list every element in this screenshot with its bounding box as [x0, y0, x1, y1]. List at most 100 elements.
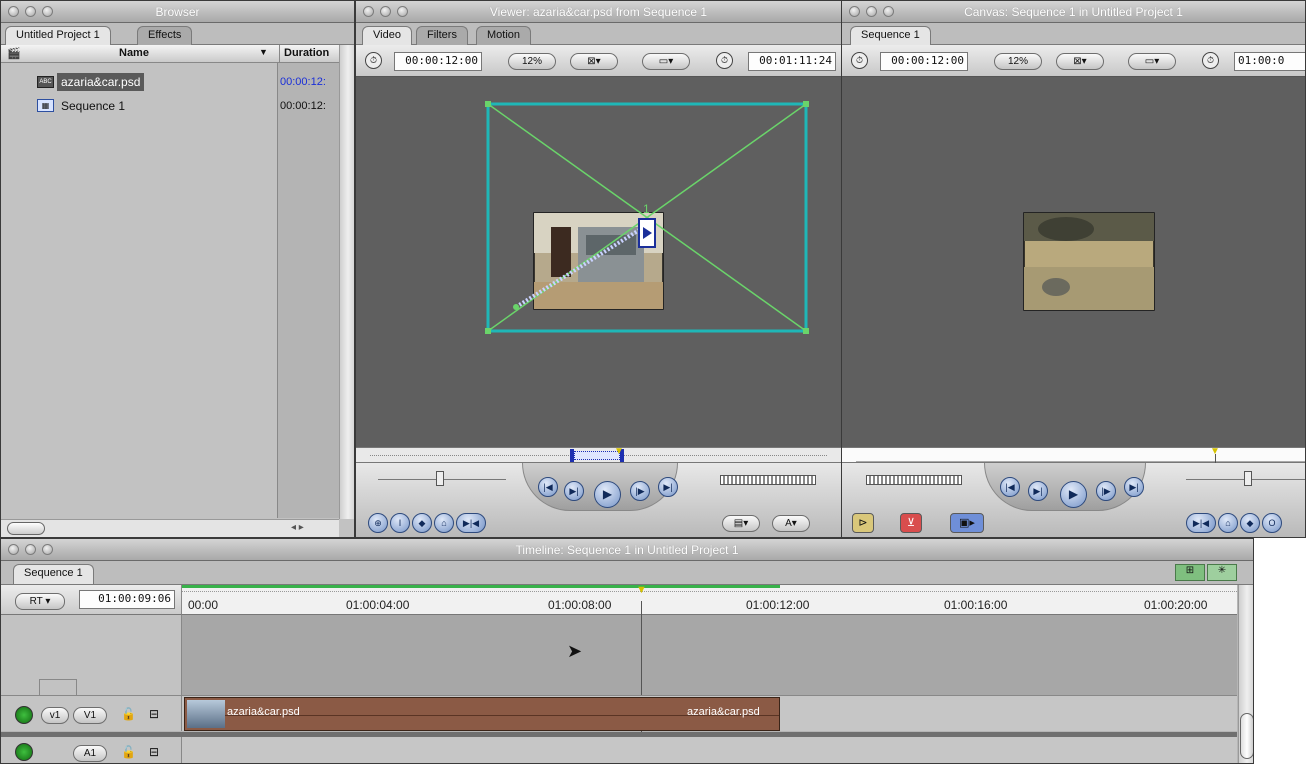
video-clip[interactable]: azaria&car.psd azaria&car.psd: [184, 697, 780, 731]
track-audio-toggle[interactable]: [15, 743, 33, 761]
track-visibility-toggle[interactable]: [15, 706, 33, 724]
ruler-label: 01:00:08:00: [548, 598, 612, 612]
tab-filters[interactable]: Filters: [416, 26, 468, 45]
tab-sequence-1[interactable]: Sequence 1: [13, 564, 94, 584]
viewer-tabs: Video Filters Motion: [356, 23, 841, 46]
add-keyframe-button[interactable]: ◆: [412, 513, 432, 533]
video-track[interactable]: azaria&car.psd azaria&car.psd: [181, 695, 1237, 731]
timeline-titlebar[interactable]: Timeline: Sequence 1 in Untitled Project…: [1, 539, 1253, 561]
column-name[interactable]: Name: [119, 47, 149, 59]
jog-control[interactable]: [866, 475, 962, 485]
tab-sequence-1[interactable]: Sequence 1: [850, 26, 931, 46]
play-in-out-button[interactable]: ▶|: [564, 481, 584, 501]
canvas-image-area[interactable]: [842, 77, 1306, 447]
mark-out-button[interactable]: O: [1262, 513, 1282, 533]
overwrite-edit-button[interactable]: ⊻: [900, 513, 922, 533]
viewer-duration-field[interactable]: 00:00:12:00: [394, 52, 482, 71]
audio-track-header: A1 🔓 ⊟: [1, 737, 181, 763]
mark-in-out-button[interactable]: ▶|◀: [456, 513, 486, 533]
timeline-title: Timeline: Sequence 1 in Untitled Project…: [515, 543, 739, 557]
prev-edit-button[interactable]: |◀: [1000, 477, 1020, 497]
timeline-window: Timeline: Sequence 1 in Untitled Project…: [0, 538, 1254, 764]
dest-track-a1[interactable]: A1: [73, 745, 107, 762]
add-marker-button[interactable]: ⌂: [434, 513, 454, 533]
browser-horizontal-scrollbar[interactable]: ◂ ▸: [1, 519, 339, 537]
handle-bottom-left[interactable]: [485, 328, 491, 334]
timeline-track-area[interactable]: [181, 615, 1237, 695]
browser-vertical-scrollbar[interactable]: [339, 45, 354, 519]
add-keyframe-button[interactable]: ◆: [1240, 513, 1260, 533]
tab-video[interactable]: Video: [362, 26, 412, 46]
tab-effects[interactable]: Effects: [137, 26, 193, 45]
handle-top-right[interactable]: [803, 101, 809, 107]
viewer-zoom-popup[interactable]: 12%: [508, 53, 556, 70]
dest-track-v1[interactable]: V1: [73, 707, 107, 724]
playhead-icon[interactable]: ▼: [614, 446, 624, 457]
viewer-current-timecode[interactable]: 00:01:11:24: [748, 52, 836, 71]
overlay-popup[interactable]: ▭▾: [1128, 53, 1176, 70]
audio-track[interactable]: [181, 737, 1237, 763]
jog-control[interactable]: [720, 475, 816, 485]
timeline-tabs: Sequence 1 ⊞ ✳: [1, 561, 1253, 585]
next-edit-button[interactable]: ▶|: [658, 477, 678, 497]
rt-popup[interactable]: RT ▾: [15, 593, 65, 610]
play-button[interactable]: ▶: [594, 481, 621, 508]
psd-file-icon: ABC: [37, 76, 54, 88]
handle-bottom-right[interactable]: [803, 328, 809, 334]
source-track-v1[interactable]: v1: [41, 707, 69, 724]
replace-edit-button[interactable]: ▣▸: [950, 513, 984, 533]
timeline-ruler[interactable]: 00:00 01:00:04:00 01:00:08:00 01:00:12:0…: [181, 584, 1237, 615]
auto-select-icon[interactable]: ⊟: [149, 707, 159, 721]
mark-in-button[interactable]: I: [390, 513, 410, 533]
canvas-duration-field[interactable]: 00:00:12:00: [880, 52, 968, 71]
scroll-thumb[interactable]: [7, 522, 45, 535]
overlay-popup[interactable]: ▭▾: [642, 53, 690, 70]
viewer-titlebar[interactable]: Viewer: azaria&car.psd from Sequence 1: [356, 1, 841, 23]
play-in-out-button[interactable]: ▶|: [1028, 481, 1048, 501]
next-edit-button[interactable]: ▶|: [1124, 477, 1144, 497]
shuttle-slider[interactable]: [1186, 471, 1305, 487]
video-track-header: v1 V1 🔓 ⊟: [1, 695, 181, 731]
tab-motion[interactable]: Motion: [476, 26, 532, 45]
add-marker-button[interactable]: ⌂: [1218, 513, 1238, 533]
linking-button[interactable]: ⊞: [1175, 564, 1205, 581]
viewer-scrubber[interactable]: ▼: [356, 446, 841, 463]
sort-arrow-icon[interactable]: ▼: [259, 47, 268, 57]
prev-edit-button[interactable]: |◀: [538, 477, 558, 497]
lock-icon[interactable]: 🔓: [121, 745, 136, 759]
auto-select-icon[interactable]: ⊟: [149, 745, 159, 759]
viewer-image-area[interactable]: 1: [356, 77, 842, 447]
play-button[interactable]: ▶: [1060, 481, 1087, 508]
list-item[interactable]: ▦ Sequence 1: [37, 97, 277, 115]
canvas-titlebar[interactable]: Canvas: Sequence 1 in Untitled Project 1: [842, 1, 1305, 23]
duration-column-bg: [277, 63, 339, 518]
canvas-zoom-popup[interactable]: 12%: [994, 53, 1042, 70]
snapping-button[interactable]: ✳: [1207, 564, 1237, 581]
scroll-thumb[interactable]: [1240, 713, 1253, 759]
browser-titlebar[interactable]: Browser: [1, 1, 354, 23]
generator-popup[interactable]: A▾: [772, 515, 810, 532]
timeline-vertical-scrollbar[interactable]: [1238, 585, 1253, 763]
play-around-button[interactable]: |▶: [1096, 481, 1116, 501]
column-duration[interactable]: Duration: [279, 45, 333, 63]
view-mode-popup[interactable]: ⊠▾: [570, 53, 618, 70]
duration-clock-icon: ⏱: [851, 52, 868, 69]
list-item[interactable]: ABC azaria&car.psd: [37, 73, 277, 91]
canvas-scrubber[interactable]: ▼: [842, 446, 1305, 464]
insert-button[interactable]: ⊕: [368, 513, 388, 533]
scroll-arrows-icon[interactable]: ◂ ▸: [291, 522, 304, 533]
tab-untitled-project[interactable]: Untitled Project 1: [5, 26, 111, 46]
mouse-pointer-icon: ➤: [567, 641, 583, 661]
handle-top-left[interactable]: [485, 101, 491, 107]
timeline-current-timecode[interactable]: 01:00:09:06: [79, 590, 175, 609]
mark-in-out-button[interactable]: ▶|◀: [1186, 513, 1216, 533]
play-around-button[interactable]: |▶: [630, 481, 650, 501]
shuttle-slider[interactable]: [378, 471, 506, 487]
render-bar: [182, 585, 780, 588]
playhead-icon[interactable]: ▼: [636, 584, 647, 596]
insert-edit-button[interactable]: ⊳: [852, 513, 874, 533]
lock-icon[interactable]: 🔓: [121, 707, 136, 721]
match-frame-popup[interactable]: ▤▾: [722, 515, 760, 532]
view-mode-popup[interactable]: ⊠▾: [1056, 53, 1104, 70]
canvas-current-timecode[interactable]: 01:00:0: [1234, 52, 1305, 71]
